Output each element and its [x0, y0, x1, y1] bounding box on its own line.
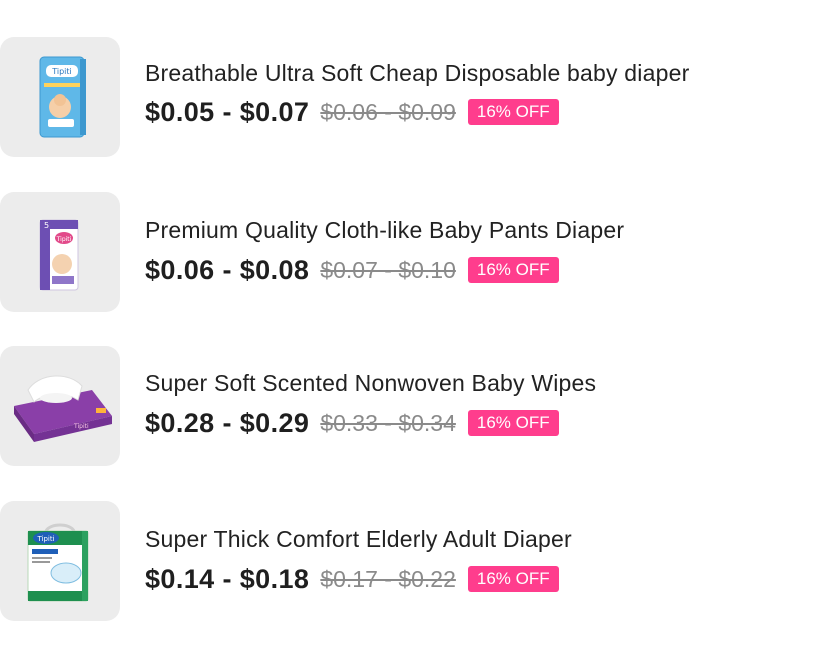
price-row: $0.28 - $0.29 $0.33 - $0.34 16% OFF — [145, 405, 559, 441]
product-list: Tipiti Breathable Ultra Soft Cheap Dispo… — [0, 0, 816, 660]
svg-text:Tipiti: Tipiti — [51, 67, 72, 76]
product-card[interactable]: Tipiti Super Thick Comfort Elderly Adult… — [0, 501, 816, 623]
wipes-pack-image: Tipiti — [14, 375, 112, 442]
price-row: $0.14 - $0.18 $0.17 - $0.22 16% OFF — [145, 561, 559, 597]
adult-diaper-pack-image: Tipiti — [27, 523, 89, 602]
original-price: $0.33 - $0.34 — [320, 409, 456, 436]
svg-text:Tipiti: Tipiti — [36, 535, 54, 543]
product-thumbnail[interactable]: 5 Tipiti — [0, 192, 120, 312]
product-title[interactable]: Super Soft Scented Nonwoven Baby Wipes — [145, 370, 596, 397]
product-card[interactable]: Tipiti Breathable Ultra Soft Cheap Dispo… — [0, 37, 816, 159]
product-thumbnail[interactable]: Tipiti — [0, 501, 120, 621]
svg-text:Tipiti: Tipiti — [73, 423, 89, 430]
current-price: $0.05 - $0.07 — [145, 96, 310, 127]
diaper-pack-image: Tipiti — [39, 56, 86, 138]
current-price: $0.06 - $0.08 — [145, 254, 310, 285]
discount-badge: 16% OFF — [467, 99, 559, 125]
discount-badge: 16% OFF — [467, 566, 559, 592]
svg-text:Tipiti: Tipiti — [56, 236, 72, 243]
original-price: $0.07 - $0.10 — [320, 256, 456, 283]
discount-badge: 16% OFF — [467, 257, 559, 283]
price-row: $0.05 - $0.07 $0.06 - $0.09 16% OFF — [145, 94, 559, 130]
product-thumbnail[interactable]: Tipiti — [0, 346, 120, 466]
svg-text:5: 5 — [44, 221, 49, 230]
product-card[interactable]: Tipiti Super Soft Scented Nonwoven Baby … — [0, 346, 816, 468]
product-title[interactable]: Super Thick Comfort Elderly Adult Diaper — [145, 526, 572, 553]
product-thumbnail[interactable]: Tipiti — [0, 37, 120, 157]
product-title[interactable]: Premium Quality Cloth-like Baby Pants Di… — [145, 217, 624, 244]
current-price: $0.14 - $0.18 — [145, 563, 310, 594]
product-card[interactable]: 5 Tipiti Premium Quality Cloth-like Baby… — [0, 192, 816, 314]
original-price: $0.17 - $0.22 — [320, 565, 456, 592]
price-row: $0.06 - $0.08 $0.07 - $0.10 16% OFF — [145, 252, 559, 288]
current-price: $0.28 - $0.29 — [145, 407, 310, 438]
discount-badge: 16% OFF — [467, 410, 559, 436]
original-price: $0.06 - $0.09 — [320, 98, 456, 125]
baby-pants-pack-image: 5 Tipiti — [39, 219, 79, 291]
product-title[interactable]: Breathable Ultra Soft Cheap Disposable b… — [145, 60, 689, 87]
